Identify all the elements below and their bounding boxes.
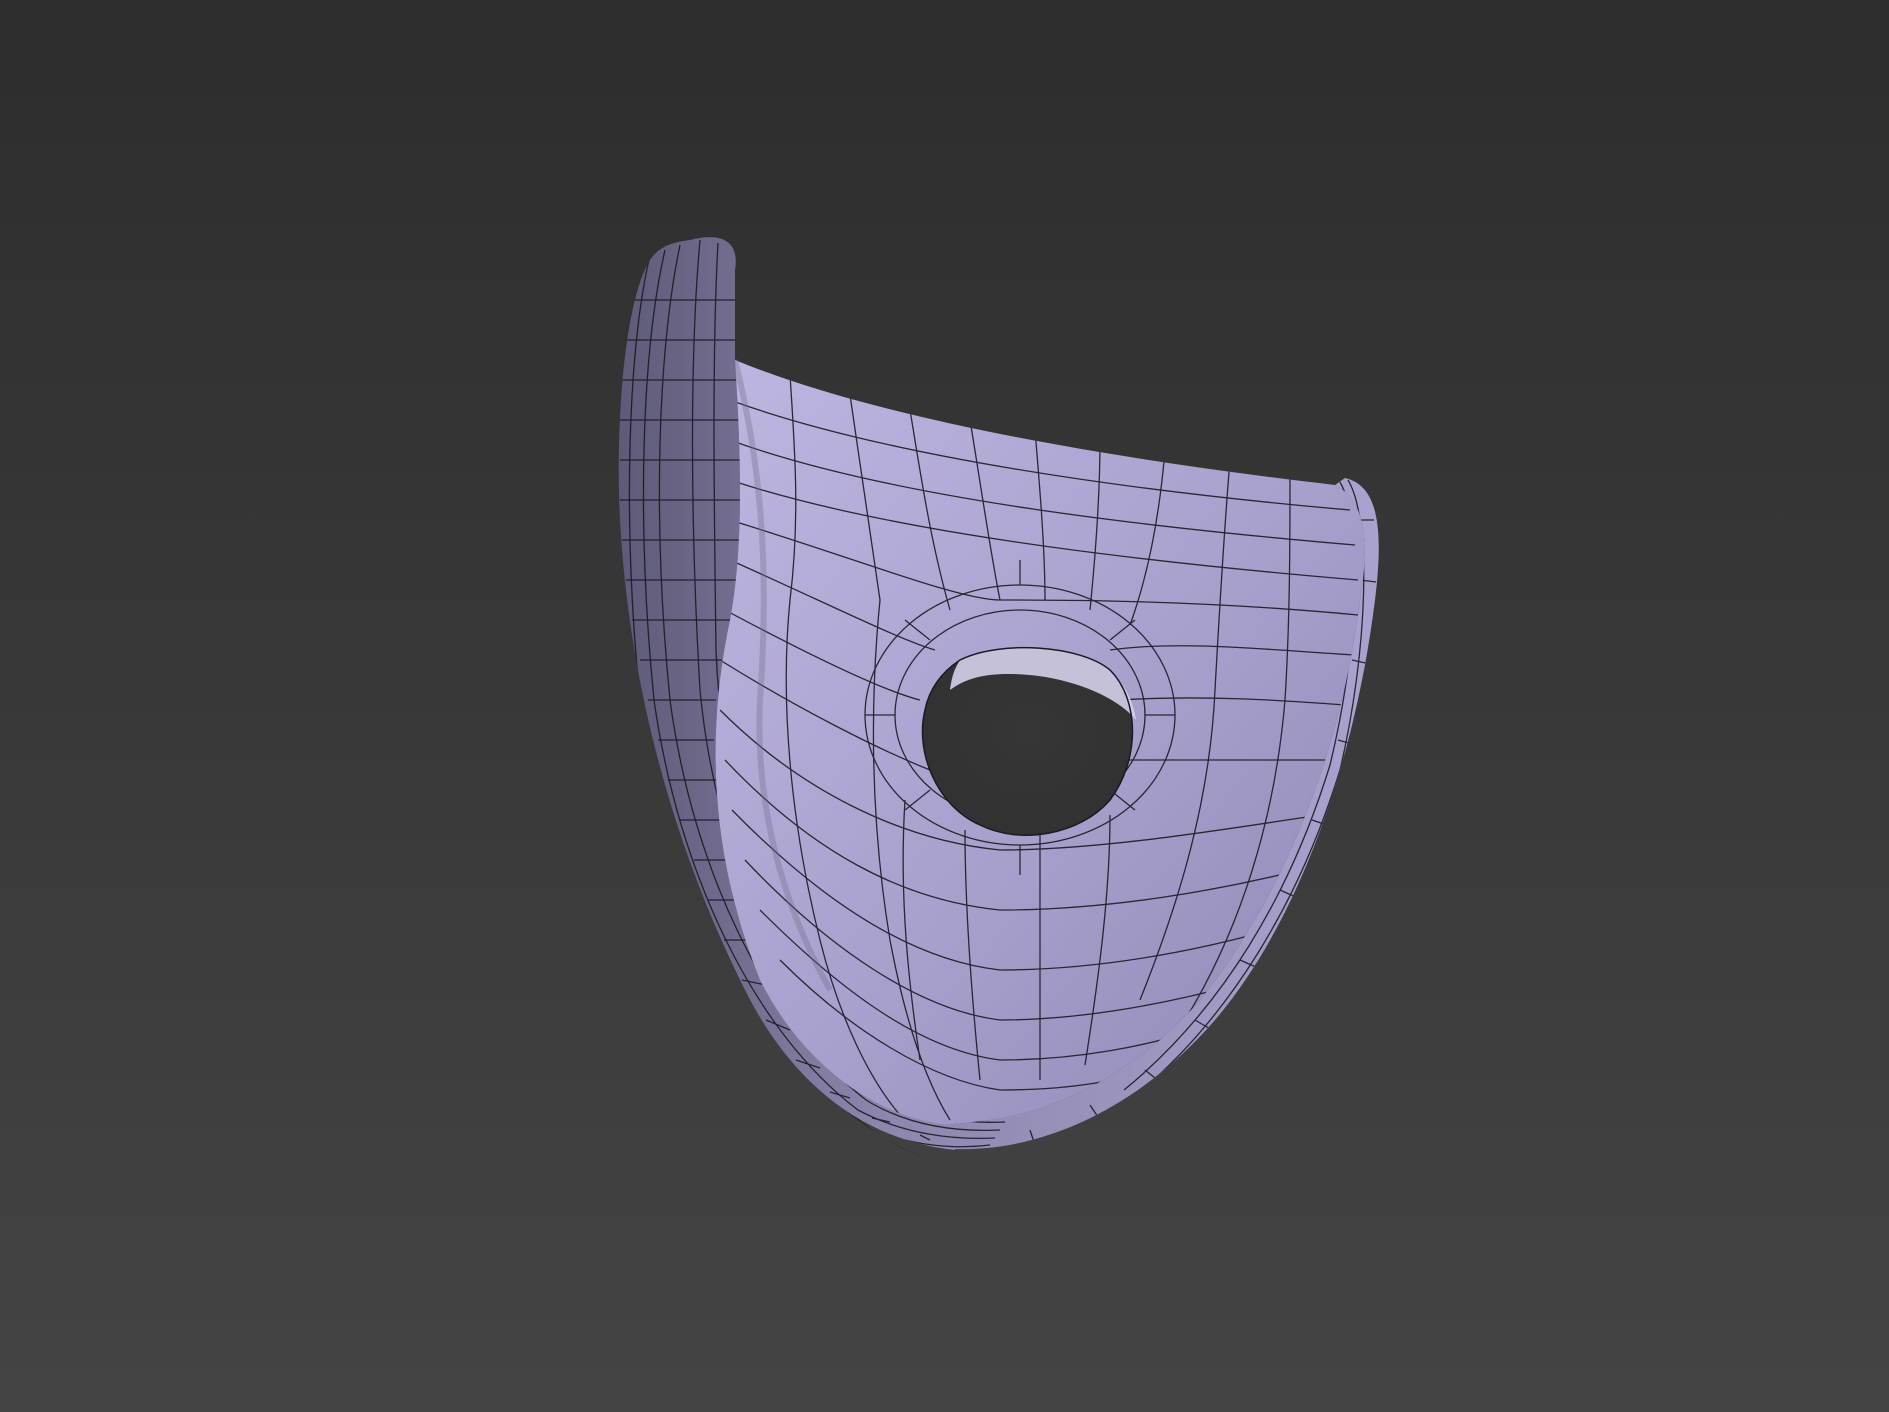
- scene-canvas[interactable]: [0, 0, 1889, 1412]
- 3d-viewport[interactable]: [0, 0, 1889, 1412]
- mask-eye-hole: [921, 646, 1136, 836]
